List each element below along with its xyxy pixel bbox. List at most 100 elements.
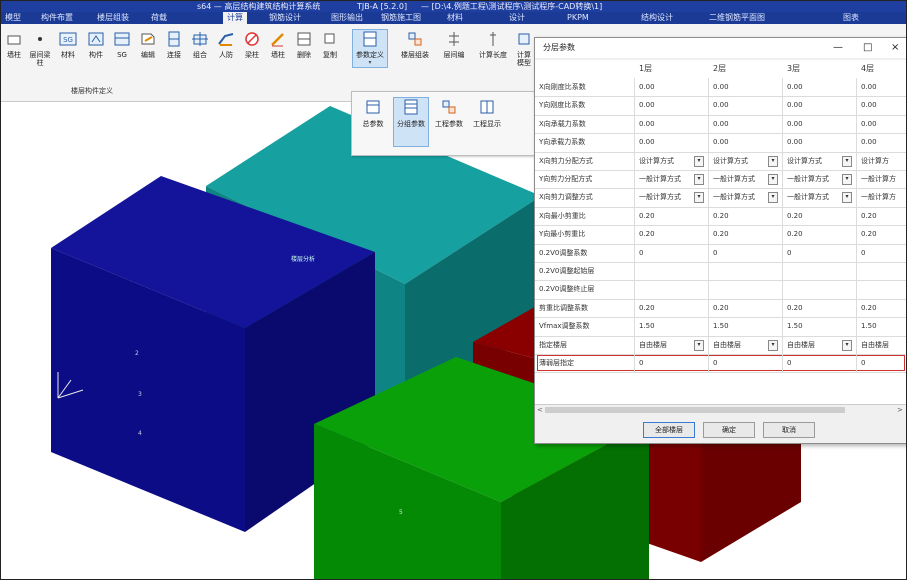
- param-cell[interactable]: 0.00: [709, 133, 783, 152]
- chevron-down-icon[interactable]: ▾: [694, 339, 704, 351]
- param-cell[interactable]: 0.00: [709, 96, 783, 115]
- param-select[interactable]: 自由楼层 ▾: [709, 335, 783, 354]
- param-select[interactable]: 设计算方式 ▾: [783, 151, 857, 170]
- chevron-down-icon[interactable]: ▾: [842, 174, 852, 185]
- param-cell[interactable]: 1.50: [783, 317, 857, 336]
- param-cell[interactable]: 0.00: [709, 78, 783, 97]
- param-cell[interactable]: 0.20: [635, 225, 709, 244]
- menu-item-design[interactable]: 设计: [509, 12, 525, 24]
- maximize-button[interactable]: □: [863, 38, 872, 58]
- chevron-down-icon[interactable]: ▾: [694, 192, 704, 204]
- scroll-thumb[interactable]: [545, 407, 845, 413]
- param-cell[interactable]: 0.00: [857, 133, 906, 151]
- param-cell[interactable]: 0.20: [857, 207, 906, 225]
- ribbon-connect-button[interactable]: 连接: [161, 30, 187, 59]
- param-cell[interactable]: 0: [783, 354, 857, 373]
- chevron-down-icon[interactable]: ▾: [768, 192, 778, 204]
- scroll-left-icon[interactable]: <: [537, 405, 543, 415]
- param-cell[interactable]: 0: [635, 243, 709, 262]
- ribbon-interlayer-edit-button[interactable]: 层间编: [439, 30, 469, 59]
- menu-item-load[interactable]: 荷载: [151, 12, 167, 24]
- param-cell[interactable]: 0.00: [783, 114, 857, 134]
- ribbon-copy-button[interactable]: 复制: [317, 30, 343, 59]
- param-cell[interactable]: 0.00: [635, 133, 709, 152]
- group-param-button[interactable]: 分组参数: [393, 97, 429, 147]
- param-cell[interactable]: 0: [857, 354, 906, 372]
- param-cell[interactable]: 0.20: [635, 206, 709, 226]
- menu-item-output[interactable]: 图形输出: [331, 12, 363, 24]
- ribbon-edit-button[interactable]: 编辑: [135, 30, 161, 59]
- param-cell[interactable]: 0.00: [709, 114, 783, 134]
- menu-item-2d-rebar[interactable]: 二维钢筋平面图: [709, 12, 765, 24]
- menu-item-component[interactable]: 构件布置: [41, 12, 73, 24]
- param-cell[interactable]: 0: [783, 243, 857, 262]
- chevron-down-icon[interactable]: ▾: [842, 192, 852, 204]
- param-select[interactable]: 一般计算方式 ▾: [635, 170, 709, 189]
- param-cell[interactable]: 0.20: [857, 225, 906, 243]
- ribbon-floor-assembly-button[interactable]: 楼层组装: [397, 30, 433, 59]
- cancel-button[interactable]: 取消: [763, 422, 815, 438]
- param-cell[interactable]: [635, 280, 709, 299]
- chevron-down-icon[interactable]: ▾: [694, 174, 704, 185]
- menu-item-model[interactable]: 模型: [5, 12, 21, 24]
- chevron-down-icon[interactable]: ▾: [694, 155, 704, 167]
- chevron-down-icon[interactable]: ▾: [842, 155, 852, 167]
- param-select[interactable]: 设计算方: [857, 152, 906, 170]
- horizontal-scrollbar[interactable]: < >: [535, 404, 906, 415]
- param-cell[interactable]: 0: [709, 354, 783, 373]
- ribbon-calc-length-button[interactable]: 计算长度: [475, 30, 511, 59]
- ribbon-wallcol-button[interactable]: 墙柱: [1, 30, 27, 59]
- param-cell[interactable]: 0.20: [783, 298, 857, 318]
- param-select[interactable]: 一般计算方式 ▾: [783, 188, 857, 207]
- param-cell[interactable]: 0.00: [635, 96, 709, 115]
- param-select[interactable]: 一般计算方: [857, 188, 906, 206]
- ok-button[interactable]: 确定: [703, 422, 755, 438]
- chevron-down-icon[interactable]: ▾: [842, 339, 852, 351]
- total-param-button[interactable]: 总参数: [356, 98, 390, 129]
- param-cell[interactable]: 0: [709, 243, 783, 262]
- param-cell[interactable]: 0.20: [709, 206, 783, 226]
- param-cell[interactable]: 0.20: [857, 299, 906, 317]
- chevron-down-icon[interactable]: ▾: [768, 339, 778, 351]
- param-select[interactable]: 自由楼层 ▾: [783, 335, 857, 354]
- ribbon-sg-button[interactable]: SG: [109, 30, 135, 59]
- param-cell[interactable]: 0.20: [783, 206, 857, 226]
- param-cell[interactable]: 0: [857, 244, 906, 262]
- param-cell[interactable]: 0.00: [783, 133, 857, 152]
- param-select[interactable]: 一般计算方式 ▾: [635, 188, 709, 207]
- close-button[interactable]: ×: [891, 38, 899, 58]
- param-select[interactable]: 一般计算方式 ▾: [709, 188, 783, 207]
- minimize-button[interactable]: —: [833, 38, 843, 58]
- menu-item-rebar[interactable]: 钢筋设计: [269, 12, 301, 24]
- ribbon-component-button[interactable]: 构件: [83, 30, 109, 59]
- scroll-right-icon[interactable]: >: [897, 405, 903, 415]
- menu-item-chart[interactable]: 图表: [843, 12, 859, 24]
- param-cell[interactable]: [709, 262, 783, 281]
- param-select[interactable]: 设计算方式 ▾: [709, 151, 783, 170]
- ribbon-wallcol2-button[interactable]: 墙柱: [265, 30, 291, 59]
- param-cell[interactable]: 0.20: [635, 298, 709, 318]
- param-select[interactable]: 一般计算方式 ▾: [709, 170, 783, 189]
- param-select[interactable]: 自由楼层: [857, 336, 906, 354]
- param-cell[interactable]: 0.00: [783, 78, 857, 97]
- param-cell[interactable]: 0.00: [857, 115, 906, 133]
- menu-item-calc[interactable]: 计算: [223, 12, 247, 24]
- project-display-button[interactable]: 工程显示: [470, 98, 504, 129]
- param-cell[interactable]: [783, 262, 857, 281]
- param-cell[interactable]: 1.50: [709, 317, 783, 336]
- param-cell[interactable]: [635, 262, 709, 281]
- param-cell[interactable]: 0.00: [857, 96, 906, 114]
- menu-item-floor[interactable]: 楼层组装: [97, 12, 129, 24]
- ribbon-civil-defense-button[interactable]: 人防: [213, 30, 239, 59]
- param-cell[interactable]: 0: [635, 354, 709, 373]
- param-cell[interactable]: 1.50: [635, 317, 709, 336]
- ribbon-combine-button[interactable]: 组合: [187, 30, 213, 59]
- menu-item-pkpm[interactable]: PKPM: [567, 12, 589, 24]
- menu-item-material[interactable]: 材料: [447, 12, 463, 24]
- menu-item-structure[interactable]: 结构设计: [641, 12, 673, 24]
- chevron-down-icon[interactable]: ▾: [768, 155, 778, 167]
- ribbon-material-button[interactable]: SG 材料: [55, 30, 81, 59]
- param-cell[interactable]: 0.00: [635, 114, 709, 134]
- param-cell[interactable]: 0.20: [783, 225, 857, 244]
- param-select[interactable]: 一般计算方式 ▾: [783, 170, 857, 189]
